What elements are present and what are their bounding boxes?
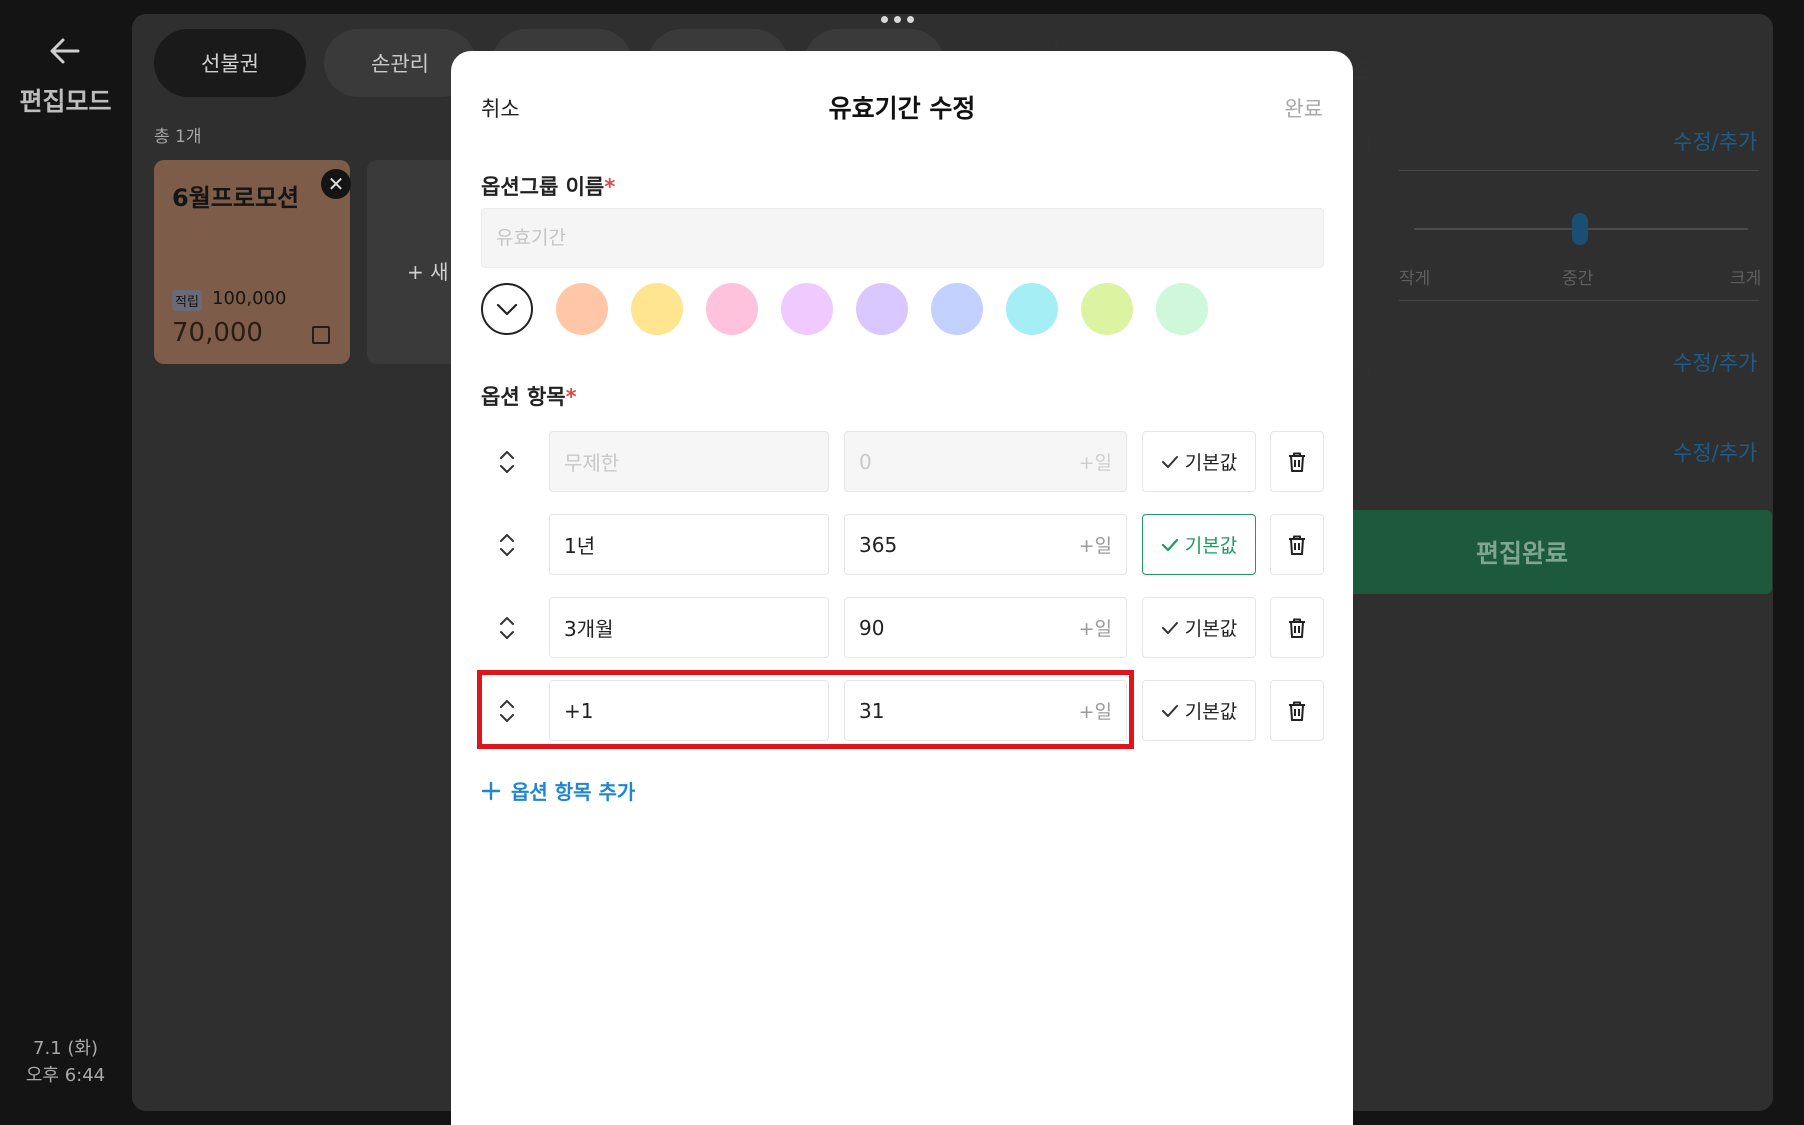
default-toggle-button[interactable]: 기본값	[1142, 431, 1256, 492]
arrow-left-icon[interactable]	[48, 36, 82, 66]
color-swatch-lime[interactable]	[1081, 283, 1133, 335]
check-icon	[1161, 621, 1178, 634]
add-option-button[interactable]: 옵션 항목 추가	[481, 776, 635, 805]
color-swatch-white[interactable]	[481, 283, 533, 335]
tab-prepaid[interactable]: 선불권	[154, 29, 306, 97]
points-badge: 적립	[172, 290, 202, 311]
group-name-label-text: 옵션그룹 이름	[481, 175, 605, 199]
row1-fragment: 리	[1352, 131, 1374, 157]
more-handle-icon[interactable]	[881, 16, 914, 23]
check-icon	[1161, 704, 1178, 717]
color-swatch-yellow[interactable]	[631, 283, 683, 335]
divider	[1399, 300, 1759, 301]
highlight-box	[477, 670, 1134, 749]
color-swatch-peach[interactable]	[556, 283, 608, 335]
edit-add-link-2[interactable]: 수정/추가	[1673, 347, 1757, 377]
check-icon	[496, 303, 518, 316]
option-row: 1년 365 +일 기본값	[481, 514, 1324, 575]
option-days-value: 0	[859, 449, 872, 474]
default-toggle-button[interactable]: 기본값	[1142, 597, 1256, 658]
trash-icon[interactable]	[1270, 597, 1324, 658]
options-label-text: 옵션 항목	[481, 385, 566, 409]
sort-handle-icon[interactable]	[481, 431, 533, 492]
datetime: 7.1 (화) 오후 6:44	[0, 1035, 131, 1089]
option-row: 3개월 90 +일 기본값	[481, 597, 1324, 658]
option-days-field[interactable]: 365 +일	[844, 514, 1127, 575]
done-button[interactable]: 완료	[1284, 93, 1323, 123]
edit-add-link-1[interactable]: 수정/추가	[1673, 126, 1757, 156]
days-suffix: +일	[1078, 535, 1112, 557]
card-points: 100,000	[212, 288, 287, 309]
add-option-label: 옵션 항목 추가	[511, 780, 636, 804]
trash-icon[interactable]	[1270, 514, 1324, 575]
item-count: 총 1개	[154, 127, 202, 147]
option-days-field: 0 +일	[844, 431, 1127, 492]
color-swatch-cyan[interactable]	[1006, 283, 1058, 335]
check-icon	[1161, 455, 1178, 468]
options-label: 옵션 항목*	[481, 381, 577, 411]
option-days-value: 90	[859, 615, 885, 640]
slider-label-medium: 중간	[1562, 269, 1594, 289]
check-icon	[1161, 538, 1178, 551]
prepaid-card[interactable]: 6월프로모션 ✕ 적립 100,000 70,000	[154, 160, 351, 364]
new-card-label: + 새	[407, 260, 449, 284]
required-mark: *	[604, 175, 616, 199]
time-label: 오후 6:44	[25, 1065, 106, 1086]
option-name-field[interactable]: 3개월	[549, 597, 829, 658]
default-label: 기본값	[1184, 701, 1238, 723]
color-swatch-periwinkle[interactable]	[931, 283, 983, 335]
option-row: 무제한 0 +일 기본값	[481, 431, 1324, 492]
group-name-input[interactable]	[481, 208, 1324, 268]
default-label: 기본값	[1184, 618, 1238, 640]
close-icon[interactable]: ✕	[321, 169, 351, 199]
color-swatch-mint[interactable]	[1156, 283, 1208, 335]
card-price: 70,000	[172, 318, 263, 348]
group-name-label: 옵션그룹 이름*	[481, 171, 615, 201]
edit-add-link-3[interactable]: 수정/추가	[1673, 437, 1757, 467]
color-swatch-lavender[interactable]	[856, 283, 908, 335]
slider-label-small: 작게	[1399, 269, 1431, 289]
option-name-field[interactable]: 1년	[549, 514, 829, 575]
option-days-value: 365	[859, 532, 898, 557]
color-swatch-lilac[interactable]	[781, 283, 833, 335]
days-suffix: +일	[1078, 618, 1112, 640]
slider-label-large: 크게	[1730, 269, 1762, 289]
header-fragment: 드	[1352, 59, 1374, 85]
default-toggle-button[interactable]: 기본값	[1142, 680, 1256, 741]
default-label: 기본값	[1184, 535, 1238, 557]
required-mark: *	[565, 385, 577, 409]
size-slider-thumb[interactable]	[1572, 213, 1588, 245]
card-title: 6월프로모션	[172, 184, 300, 212]
sort-handle-icon[interactable]	[481, 514, 533, 575]
edit-mode-title: 편집모드	[19, 87, 112, 116]
option-days-field[interactable]: 90 +일	[844, 597, 1127, 658]
copy-icon[interactable]	[312, 326, 330, 344]
trash-icon[interactable]	[1270, 431, 1324, 492]
default-toggle-button[interactable]: 기본값	[1142, 514, 1256, 575]
option-name-field: 무제한	[549, 431, 829, 492]
divider	[1399, 170, 1759, 171]
plus-icon	[481, 781, 501, 800]
date-label: 7.1 (화)	[33, 1038, 98, 1059]
color-swatch-pink[interactable]	[706, 283, 758, 335]
sort-handle-icon[interactable]	[481, 597, 533, 658]
days-suffix: +일	[1078, 452, 1112, 474]
validity-edit-modal: 취소 유효기간 수정 완료 옵션그룹 이름* 옵션 항목* 무제한 0 +일	[451, 51, 1353, 1125]
default-label: 기본값	[1184, 452, 1238, 474]
modal-title: 유효기간 수정	[828, 94, 976, 123]
color-swatches	[481, 283, 1208, 335]
trash-icon[interactable]	[1270, 680, 1324, 741]
row2-fragment: 룹	[1352, 353, 1374, 379]
